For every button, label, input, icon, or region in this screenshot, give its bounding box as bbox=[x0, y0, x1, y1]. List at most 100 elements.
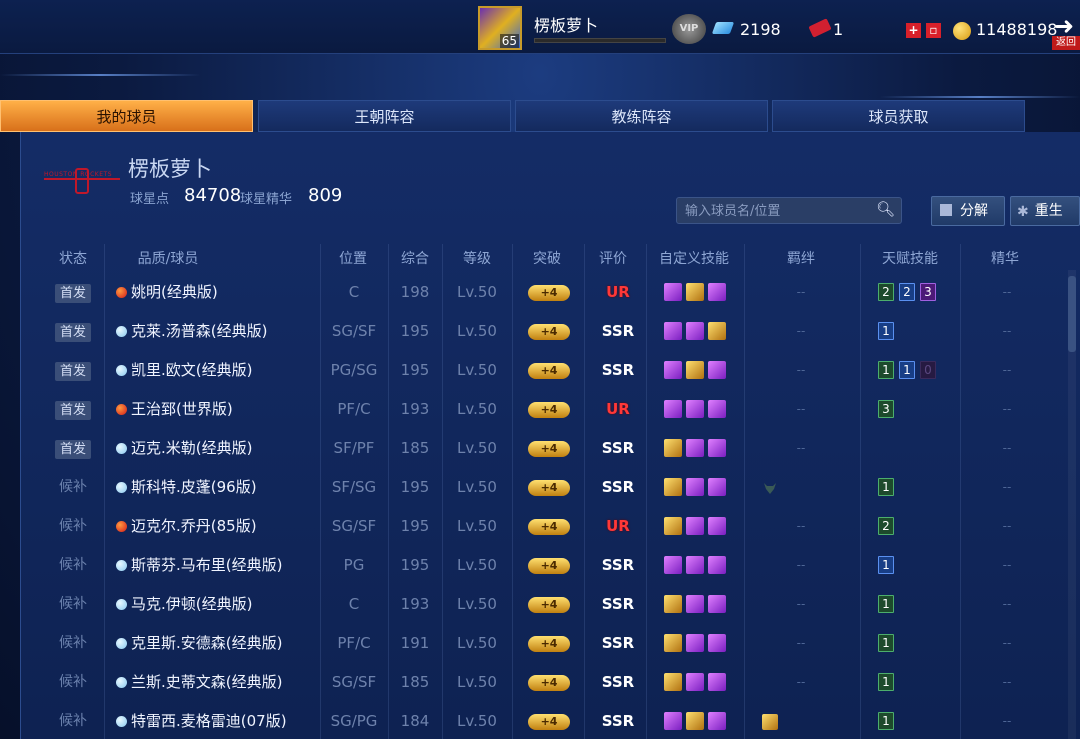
col-rating[interactable]: 评价 bbox=[598, 248, 628, 268]
skill-icon[interactable] bbox=[664, 595, 682, 613]
search-box bbox=[676, 197, 902, 224]
skill-icon[interactable] bbox=[664, 322, 682, 340]
table-row[interactable]: 候补 斯科特.皮蓬(96版) SF/SG 195 Lv.50 +4 SSR 1 -- bbox=[40, 468, 1070, 507]
talent-badge[interactable]: 3 bbox=[878, 400, 894, 418]
col-status[interactable]: 状态 bbox=[58, 248, 88, 268]
table-row[interactable]: 首发 王治郅(世界版) PF/C 193 Lv.50 +4 UR -- 3 -- bbox=[40, 390, 1070, 429]
skill-icon[interactable] bbox=[708, 517, 726, 535]
table-row[interactable]: 首发 姚明(经典版) C 198 Lv.50 +4 UR -- 2 2 3 -- bbox=[40, 273, 1070, 312]
overall: 191 bbox=[400, 634, 430, 652]
skill-icon[interactable] bbox=[664, 556, 682, 574]
talent-badge[interactable]: 1 bbox=[878, 673, 894, 691]
skill-icon[interactable] bbox=[708, 673, 726, 691]
tab-dynasty-lineup[interactable]: 王朝阵容 bbox=[258, 100, 511, 132]
skill-icon[interactable] bbox=[686, 556, 704, 574]
skill-icon[interactable] bbox=[686, 673, 704, 691]
tab-coach-lineup[interactable]: 教练阵容 bbox=[515, 100, 768, 132]
skill-icon[interactable] bbox=[664, 439, 682, 457]
essence: -- bbox=[1002, 480, 1012, 494]
skill-icon[interactable] bbox=[686, 595, 704, 613]
talent-badge[interactable]: 2 bbox=[878, 517, 894, 535]
gold-card-icon[interactable] bbox=[762, 714, 778, 730]
search-icon[interactable]: 🔍︎ bbox=[876, 200, 895, 218]
col-custom-skills[interactable]: 自定义技能 bbox=[656, 248, 732, 268]
col-essence[interactable]: 精华 bbox=[990, 248, 1020, 268]
table-row[interactable]: 首发 迈克.米勒(经典版) SF/PF 185 Lv.50 +4 SSR -- -- bbox=[40, 429, 1070, 468]
skill-icon[interactable] bbox=[686, 283, 704, 301]
col-position[interactable]: 位置 bbox=[338, 248, 368, 268]
tab-player-acquire[interactable]: 球员获取 bbox=[772, 100, 1025, 132]
back-button[interactable]: ➜ 返回 bbox=[1052, 12, 1080, 52]
table-row[interactable]: 候补 马克.伊顿(经典版) C 193 Lv.50 +4 SSR -- 1 -- bbox=[40, 585, 1070, 624]
skill-icon[interactable] bbox=[708, 439, 726, 457]
skill-icon[interactable] bbox=[708, 634, 726, 652]
talent-badge[interactable]: 2 bbox=[899, 283, 915, 301]
talent-badge[interactable]: 1 bbox=[878, 361, 894, 379]
talent-badge[interactable]: 1 bbox=[899, 361, 915, 379]
skill-icon[interactable] bbox=[686, 634, 704, 652]
skill-icon[interactable] bbox=[686, 400, 704, 418]
col-bond[interactable]: 羁绊 bbox=[786, 248, 816, 268]
table-row[interactable]: 候补 斯蒂芬.马布里(经典版) PG 195 Lv.50 +4 SSR -- 1 -- bbox=[40, 546, 1070, 585]
custom-skills bbox=[664, 634, 730, 654]
status-text: 候补 bbox=[59, 479, 87, 495]
talent-badge[interactable]: 2 bbox=[878, 283, 894, 301]
skill-icon[interactable] bbox=[708, 322, 726, 340]
skill-icon[interactable] bbox=[686, 322, 704, 340]
add-plus-icon[interactable]: + bbox=[906, 23, 921, 38]
reborn-button[interactable]: ✱ 重生 bbox=[1010, 196, 1080, 226]
table-row[interactable]: 候补 特雷西.麦格雷迪(07版) SG/PG 184 Lv.50 +4 SSR 1 -- bbox=[40, 702, 1070, 739]
skill-icon[interactable] bbox=[664, 517, 682, 535]
skill-icon[interactable] bbox=[708, 712, 726, 730]
skill-icon[interactable] bbox=[686, 712, 704, 730]
scrollbar-thumb[interactable] bbox=[1068, 276, 1076, 352]
vip-icon[interactable]: VIP bbox=[672, 14, 706, 44]
col-level[interactable]: 等级 bbox=[462, 248, 492, 268]
skill-icon[interactable] bbox=[664, 283, 682, 301]
skill-icon[interactable] bbox=[664, 673, 682, 691]
table-row[interactable]: 首发 凯里.欧文(经典版) PG/SG 195 Lv.50 +4 SSR -- 1 1 0 -- bbox=[40, 351, 1070, 390]
team-name: 楞板萝卜 bbox=[128, 157, 212, 181]
position: SF/PF bbox=[333, 439, 375, 457]
talent-badge[interactable]: 1 bbox=[878, 478, 894, 496]
skill-icon[interactable] bbox=[708, 400, 726, 418]
player-avatar[interactable]: 65 bbox=[478, 6, 522, 50]
talent-badge[interactable]: 1 bbox=[878, 556, 894, 574]
tab-my-players[interactable]: 我的球员 bbox=[0, 100, 253, 132]
col-talent[interactable]: 天赋技能 bbox=[878, 248, 942, 268]
quality-dot-icon bbox=[116, 560, 127, 571]
bull-icon[interactable] bbox=[762, 480, 778, 496]
status-text: 候补 bbox=[59, 713, 87, 729]
search-input[interactable] bbox=[685, 201, 865, 221]
skill-icon[interactable] bbox=[708, 478, 726, 496]
col-player[interactable]: 品质/球员 bbox=[136, 248, 200, 268]
talent-badge[interactable]: 1 bbox=[878, 595, 894, 613]
skill-icon[interactable] bbox=[664, 634, 682, 652]
skill-icon[interactable] bbox=[708, 361, 726, 379]
skill-icon[interactable] bbox=[708, 283, 726, 301]
skill-icon[interactable] bbox=[664, 712, 682, 730]
skill-icon[interactable] bbox=[708, 556, 726, 574]
talent-badge[interactable]: 1 bbox=[878, 712, 894, 730]
table-row[interactable]: 首发 克莱.汤普森(经典版) SG/SF 195 Lv.50 +4 SSR -- 1 -- bbox=[40, 312, 1070, 351]
skill-icon[interactable] bbox=[686, 478, 704, 496]
skill-icon[interactable] bbox=[686, 361, 704, 379]
table-row[interactable]: 候补 迈克尔.乔丹(85版) SG/SF 195 Lv.50 +4 UR -- 2 -- bbox=[40, 507, 1070, 546]
skill-icon[interactable] bbox=[664, 400, 682, 418]
talent-badge[interactable]: 0 bbox=[920, 361, 936, 379]
skill-icon[interactable] bbox=[664, 478, 682, 496]
skill-icon[interactable] bbox=[664, 361, 682, 379]
table-row[interactable]: 候补 兰斯.史蒂文森(经典版) SG/SF 185 Lv.50 +4 SSR -- 1 -- bbox=[40, 663, 1070, 702]
col-overall[interactable]: 综合 bbox=[400, 248, 430, 268]
col-breakthrough[interactable]: 突破 bbox=[532, 248, 562, 268]
skill-icon[interactable] bbox=[686, 439, 704, 457]
talent-badge[interactable]: 3 bbox=[920, 283, 936, 301]
level: Lv.50 bbox=[457, 673, 497, 691]
skill-icon[interactable] bbox=[686, 517, 704, 535]
shop-icon[interactable]: ▫ bbox=[926, 23, 941, 38]
talent-badge[interactable]: 1 bbox=[878, 634, 894, 652]
table-row[interactable]: 候补 克里斯.安德森(经典版) PF/C 191 Lv.50 +4 SSR -- 1 -- bbox=[40, 624, 1070, 663]
decompose-button[interactable]: 分解 bbox=[931, 196, 1005, 226]
talent-badge[interactable]: 1 bbox=[878, 322, 894, 340]
skill-icon[interactable] bbox=[708, 595, 726, 613]
